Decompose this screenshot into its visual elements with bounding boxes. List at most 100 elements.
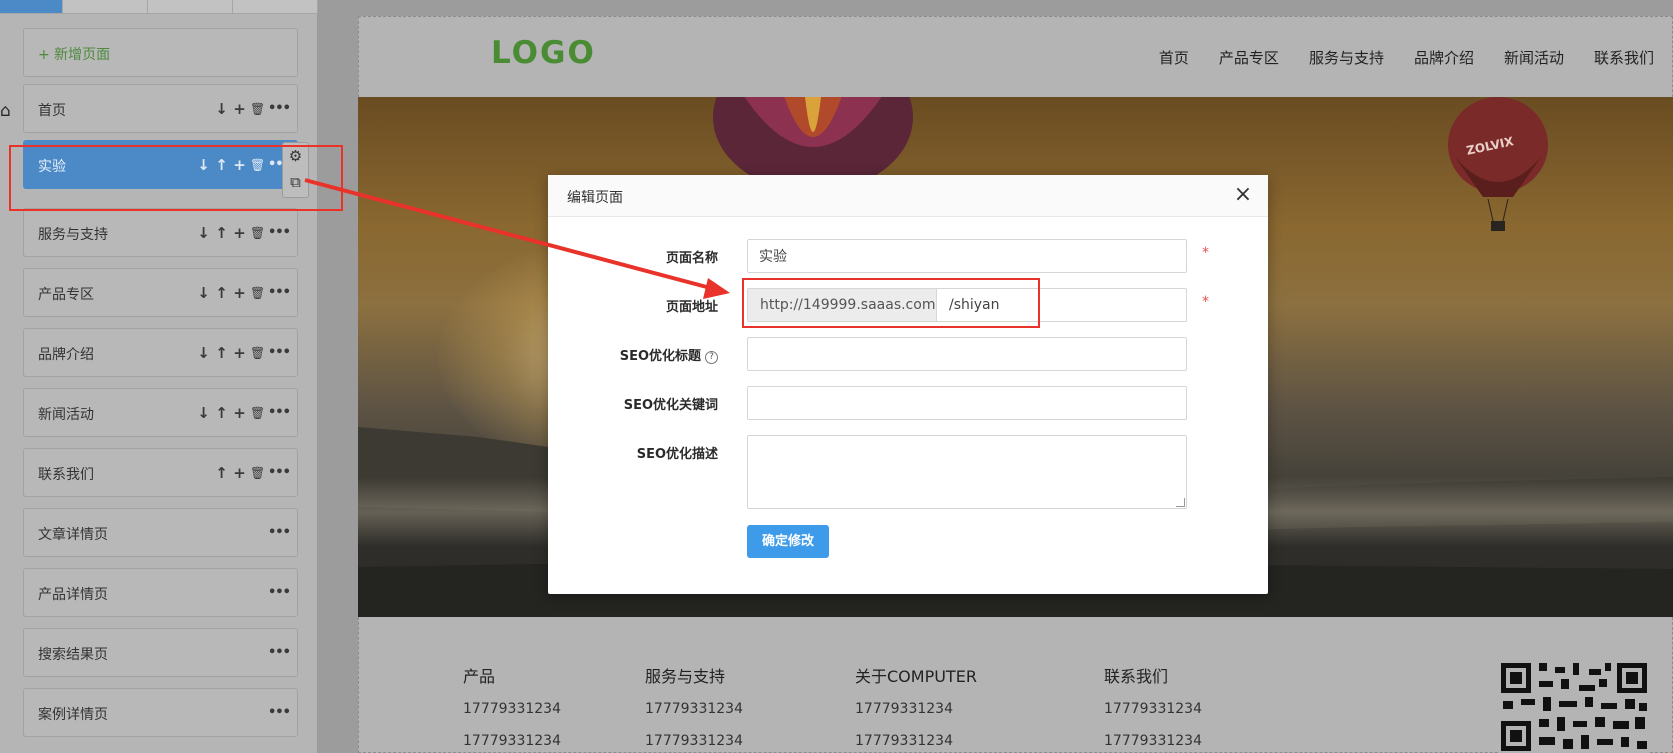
trash-icon[interactable]: 🗑 bbox=[250, 404, 265, 422]
page-item-brand[interactable]: 品牌介绍 ↓ ↑ + 🗑 ••• bbox=[23, 328, 298, 377]
page-name-label: 页面名称 bbox=[665, 251, 718, 266]
more-icon[interactable]: ••• bbox=[268, 644, 291, 662]
page-item-actions: ••• bbox=[268, 644, 291, 662]
site-nav-item[interactable]: 首页 bbox=[1159, 47, 1189, 68]
seo-title-input[interactable] bbox=[747, 337, 1187, 371]
footer-heading: 产品 bbox=[463, 667, 496, 686]
add-icon[interactable]: + bbox=[232, 344, 247, 362]
page-item-search-results[interactable]: 搜索结果页 ••• bbox=[23, 628, 298, 677]
page-item-actions: ↓ ↑ + 🗑 ••• bbox=[196, 404, 291, 422]
page-item-actions: ↓ + 🗑 ••• bbox=[214, 100, 291, 118]
move-up-icon[interactable]: ↑ bbox=[214, 464, 229, 482]
move-down-icon[interactable]: ↓ bbox=[196, 224, 211, 242]
footer-column: 关于COMPUTER 17779331234 17779331234 bbox=[855, 663, 977, 753]
sidebar-tab-4[interactable] bbox=[233, 0, 318, 14]
move-down-icon[interactable]: ↓ bbox=[196, 284, 211, 302]
modal-title: 编辑页面 bbox=[567, 190, 623, 206]
add-icon[interactable]: + bbox=[232, 100, 247, 118]
footer-column: 产品 17779331234 17779331234 bbox=[463, 663, 561, 753]
annotation-highlight-url bbox=[742, 278, 1040, 328]
move-up-icon[interactable]: ↑ bbox=[214, 344, 229, 362]
page-url-label: 页面地址 bbox=[665, 300, 718, 315]
modal-header: 编辑页面 × bbox=[548, 175, 1268, 217]
move-down-icon[interactable]: ↓ bbox=[196, 344, 211, 362]
site-nav-item[interactable]: 服务与支持 bbox=[1309, 47, 1384, 68]
page-item-product-detail[interactable]: 产品详情页 ••• bbox=[23, 568, 298, 617]
edit-page-modal: 编辑页面 × 页面名称 * 页面地址 http://149999.saaas.c… bbox=[548, 175, 1268, 594]
site-nav-item[interactable]: 产品专区 bbox=[1219, 47, 1279, 68]
page-name-input[interactable] bbox=[747, 239, 1187, 273]
page-item-label: 文章详情页 bbox=[38, 527, 108, 543]
page-item-actions: ↓ ↑ + 🗑 ••• bbox=[196, 224, 291, 242]
move-up-icon[interactable]: ↑ bbox=[214, 284, 229, 302]
add-icon[interactable]: + bbox=[232, 284, 247, 302]
footer-phone: 17779331234 bbox=[645, 701, 743, 717]
footer-phone: 17779331234 bbox=[1104, 701, 1202, 717]
page-item-service[interactable]: 服务与支持 ↓ ↑ + 🗑 ••• bbox=[23, 208, 298, 257]
site-logo: LOGO bbox=[491, 35, 596, 71]
more-icon[interactable]: ••• bbox=[268, 284, 291, 302]
add-icon[interactable]: + bbox=[232, 404, 247, 422]
seo-description-textarea[interactable] bbox=[747, 435, 1187, 509]
close-icon[interactable]: × bbox=[1232, 183, 1254, 207]
more-icon[interactable]: ••• bbox=[268, 404, 291, 422]
sidebar-tab-3[interactable] bbox=[148, 0, 233, 14]
page-item-news[interactable]: 新闻活动 ↓ ↑ + 🗑 ••• bbox=[23, 388, 298, 437]
trash-icon[interactable]: 🗑 bbox=[250, 224, 265, 242]
trash-icon[interactable]: 🗑 bbox=[250, 344, 265, 362]
more-icon[interactable]: ••• bbox=[268, 344, 291, 362]
page-item-actions: ↓ ↑ + 🗑 ••• bbox=[196, 284, 291, 302]
site-footer[interactable]: 产品 17779331234 17779331234 服务与支持 1777933… bbox=[358, 617, 1673, 753]
add-page-label: + 新增页面 bbox=[38, 47, 111, 63]
qr-code-image bbox=[1499, 659, 1649, 753]
page-item-home[interactable]: 首页 ↓ + 🗑 ••• bbox=[23, 84, 298, 133]
required-mark: * bbox=[1202, 294, 1209, 310]
site-nav-item[interactable]: 新闻活动 bbox=[1504, 47, 1564, 68]
move-down-icon[interactable]: ↓ bbox=[214, 100, 229, 118]
seo-keywords-label: SEO优化关键词 bbox=[623, 398, 718, 413]
page-item-label: 案例详情页 bbox=[38, 707, 108, 723]
trash-icon[interactable]: 🗑 bbox=[250, 464, 265, 482]
move-up-icon[interactable]: ↑ bbox=[214, 404, 229, 422]
resize-grip-icon[interactable] bbox=[1176, 498, 1185, 507]
add-page-button[interactable]: + 新增页面 bbox=[23, 28, 298, 77]
site-nav-item[interactable]: 品牌介绍 bbox=[1414, 47, 1474, 68]
page-item-contact[interactable]: 联系我们 ↑ + 🗑 ••• bbox=[23, 448, 298, 497]
confirm-button[interactable]: 确定修改 bbox=[747, 525, 829, 558]
page-item-article-detail[interactable]: 文章详情页 ••• bbox=[23, 508, 298, 557]
more-icon[interactable]: ••• bbox=[268, 524, 291, 542]
more-icon[interactable]: ••• bbox=[268, 704, 291, 722]
page-item-label: 品牌介绍 bbox=[38, 347, 94, 363]
more-icon[interactable]: ••• bbox=[268, 100, 291, 118]
home-icon: ⌂ bbox=[0, 101, 11, 121]
sidebar-tab-pages[interactable] bbox=[0, 0, 63, 14]
more-icon[interactable]: ••• bbox=[268, 584, 291, 602]
trash-icon[interactable]: 🗑 bbox=[250, 100, 265, 118]
required-mark: * bbox=[1202, 245, 1209, 261]
page-item-actions: ••• bbox=[268, 704, 291, 722]
move-down-icon[interactable]: ↓ bbox=[196, 404, 211, 422]
sidebar-tab-2[interactable] bbox=[63, 0, 148, 14]
page-item-label: 联系我们 bbox=[38, 467, 94, 483]
page-item-case-detail[interactable]: 案例详情页 ••• bbox=[23, 688, 298, 737]
site-header[interactable]: LOGO 首页 产品专区 服务与支持 品牌介绍 新闻活动 联系我们 bbox=[358, 16, 1673, 97]
page-item-products[interactable]: 产品专区 ↓ ↑ + 🗑 ••• bbox=[23, 268, 298, 317]
add-icon[interactable]: + bbox=[232, 464, 247, 482]
page-item-label: 服务与支持 bbox=[38, 227, 108, 243]
more-icon[interactable]: ••• bbox=[268, 464, 291, 482]
trash-icon[interactable]: 🗑 bbox=[250, 284, 265, 302]
help-icon[interactable]: ? bbox=[705, 351, 718, 364]
site-nav-item[interactable]: 联系我们 bbox=[1594, 47, 1654, 68]
page-item-label: 产品详情页 bbox=[38, 587, 108, 603]
seo-keywords-input[interactable] bbox=[747, 386, 1187, 420]
footer-phone: 17779331234 bbox=[1104, 733, 1202, 749]
move-up-icon[interactable]: ↑ bbox=[214, 224, 229, 242]
more-icon[interactable]: ••• bbox=[268, 224, 291, 242]
footer-column: 联系我们 17779331234 17779331234 bbox=[1104, 663, 1202, 753]
footer-phone: 17779331234 bbox=[463, 701, 561, 717]
page-item-actions: ••• bbox=[268, 584, 291, 602]
page-item-label: 产品专区 bbox=[38, 287, 94, 303]
footer-phone: 17779331234 bbox=[855, 733, 953, 749]
footer-heading: 联系我们 bbox=[1104, 667, 1169, 686]
add-icon[interactable]: + bbox=[232, 224, 247, 242]
